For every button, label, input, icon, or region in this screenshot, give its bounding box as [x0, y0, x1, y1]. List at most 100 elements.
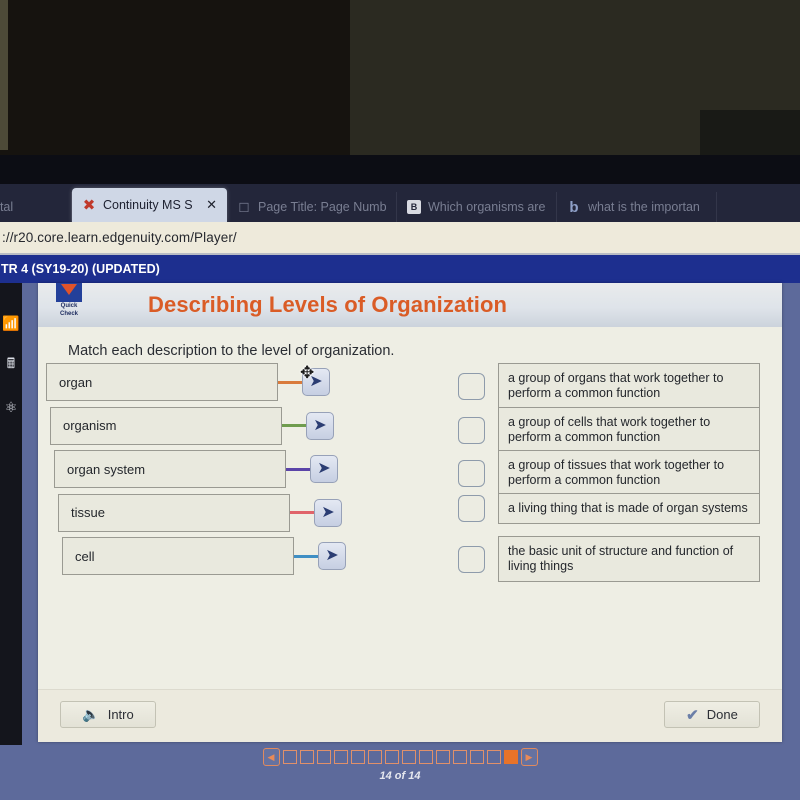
done-button[interactable]: ✔ Done: [664, 701, 760, 728]
drop-target[interactable]: [458, 372, 485, 400]
wifi-icon[interactable]: 📶: [1, 313, 21, 333]
term-label: organ: [59, 374, 93, 390]
drag-handle-button[interactable]: ➤: [306, 411, 334, 440]
term-label: cell: [75, 548, 95, 564]
drag-handle-button[interactable]: ➤: [310, 455, 338, 483]
brainly-icon: B: [407, 200, 421, 214]
page-square[interactable]: [367, 750, 382, 764]
description-row: a living thing that is made of organ sys…: [458, 493, 760, 524]
connector-line: [278, 380, 302, 384]
page-square[interactable]: [435, 750, 450, 764]
browser-tab-4[interactable]: B Which organisms are e: [397, 192, 557, 222]
arrow-right-icon: ➤: [313, 416, 327, 434]
page-square[interactable]: [452, 750, 467, 764]
bing-icon: b: [569, 198, 579, 216]
page-square[interactable]: [469, 750, 484, 764]
page-square[interactable]: [333, 750, 348, 764]
description-box[interactable]: the basic unit of structure and function…: [498, 536, 760, 582]
description-row: the basic unit of structure and function…: [458, 536, 760, 582]
browser-tab-label: what is the importan: [588, 200, 700, 214]
arrow-right-icon: ➤: [317, 460, 331, 477]
term-box[interactable]: organism: [50, 406, 282, 445]
drag-handle-button[interactable]: ➤ ✥: [300, 363, 330, 396]
speaker-icon: 🔈: [82, 706, 100, 722]
intro-button[interactable]: 🔈 Intro: [60, 701, 156, 728]
url-text[interactable]: ://r20.core.learn.edgenuity.com/Player/: [0, 230, 237, 245]
done-button-label: Done: [706, 707, 738, 722]
page-counter: 14 of 14: [379, 770, 421, 782]
term-row: organ ➤ ✥: [46, 363, 330, 401]
page-title: Describing Levels of Organization: [148, 292, 508, 317]
close-icon[interactable]: ✕: [206, 197, 217, 213]
term-box[interactable]: tissue: [58, 493, 290, 532]
connector-line: [290, 511, 314, 514]
drop-target[interactable]: [458, 545, 485, 573]
page-square[interactable]: [486, 750, 501, 764]
matching-activity: organ ➤ ✥ organism ➤ organ system ➤ tissue ➤ cell…: [38, 363, 782, 588]
document-icon: ☐: [238, 200, 250, 215]
intro-button-label: Intro: [107, 707, 134, 722]
term-label: organism: [63, 418, 117, 433]
page-square[interactable]: [299, 750, 314, 764]
quick-check-label-line1: Quick: [60, 303, 78, 309]
description-row: a group of organs that work together to …: [458, 363, 760, 409]
page-dot-list: ◀ ▶: [262, 748, 538, 766]
description-row: a group of tissues that work together to…: [458, 450, 760, 496]
arrow-right-icon: ➤: [325, 547, 339, 564]
calculator-icon[interactable]: 🖩: [1, 355, 21, 375]
description-row: a group of cells that work together to p…: [458, 407, 760, 453]
term-box[interactable]: organ: [46, 363, 278, 401]
light-sliver: [0, 0, 8, 150]
lesson-titlebar: Quick Check Describing Levels of Organiz…: [38, 283, 782, 327]
next-page-button[interactable]: ▶: [520, 748, 538, 766]
page-square[interactable]: [401, 750, 416, 764]
browser-tabstrip: ⓘVCS VPortal ✖ Continuity MS Scie ✕ ☐ Page Ti…: [0, 184, 800, 222]
drop-target[interactable]: [458, 459, 485, 487]
course-header-bar: TR 4 (SY19-20) (UPDATED): [0, 255, 800, 283]
description-box[interactable]: a group of organs that work together to …: [498, 363, 760, 409]
page-square[interactable]: [316, 750, 331, 764]
description-box[interactable]: a living thing that is made of organ sys…: [498, 493, 760, 524]
connector-line: [286, 467, 310, 471]
term-label: tissue: [71, 505, 105, 520]
move-cursor-icon: ✥: [300, 363, 315, 382]
red-x-icon: ✖: [82, 197, 96, 214]
browser-tab-2[interactable]: ✖ Continuity MS Scie ✕: [72, 188, 227, 222]
drop-target[interactable]: [458, 495, 485, 522]
lesson-footer: 🔈 Intro ✔ Done: [38, 689, 782, 742]
drag-handle-button[interactable]: ➤: [314, 498, 342, 527]
drag-handle-button[interactable]: ➤: [318, 542, 346, 570]
term-box[interactable]: organ system: [54, 450, 286, 488]
page-square[interactable]: [418, 750, 433, 764]
browser-tab-5[interactable]: b what is the importan: [557, 192, 717, 222]
description-box[interactable]: a group of tissues that work together to…: [498, 450, 760, 496]
lesson-panel: Quick Check Describing Levels of Organiz…: [38, 283, 782, 742]
browser-tab-label: Which organisms are e: [428, 200, 546, 214]
term-box[interactable]: cell: [62, 537, 294, 575]
browser-tab-label: Continuity MS Scie: [103, 198, 193, 212]
page-square[interactable]: [384, 750, 399, 764]
description-box[interactable]: a group of cells that work together to p…: [498, 407, 760, 453]
quick-check-label-line2: Check: [59, 311, 78, 317]
connector-line: [294, 554, 318, 558]
browser-tab-1[interactable]: ⓘVCS VPortal: [0, 192, 72, 222]
prev-page-button[interactable]: ◀: [262, 748, 280, 766]
browser-tab-3[interactable]: ☐ Page Title: Page Numb: [227, 192, 397, 222]
page-square[interactable]: [350, 750, 365, 764]
page-square[interactable]: [503, 750, 518, 764]
checkmark-icon: ✔: [686, 706, 699, 724]
term-row: tissue ➤: [58, 493, 342, 532]
instruction-text: Match each description to the level of o…: [68, 343, 395, 359]
quick-check-badge: Quick Check: [52, 283, 86, 318]
atom-icon[interactable]: ⚛: [1, 397, 21, 417]
term-row: organism ➤: [50, 406, 334, 445]
browser-tab-label: Page Title: Page Numb: [258, 200, 386, 214]
connector-line: [282, 424, 306, 427]
page-square[interactable]: [282, 750, 297, 764]
address-bar[interactable]: ://r20.core.learn.edgenuity.com/Player/: [0, 222, 800, 255]
dark-wall-left: [0, 0, 350, 168]
browser-tab-label: VCS VPortal: [0, 200, 14, 214]
chevron-down-badge-icon: [56, 283, 82, 302]
drop-target[interactable]: [458, 416, 485, 444]
term-row: cell ➤: [62, 537, 346, 575]
